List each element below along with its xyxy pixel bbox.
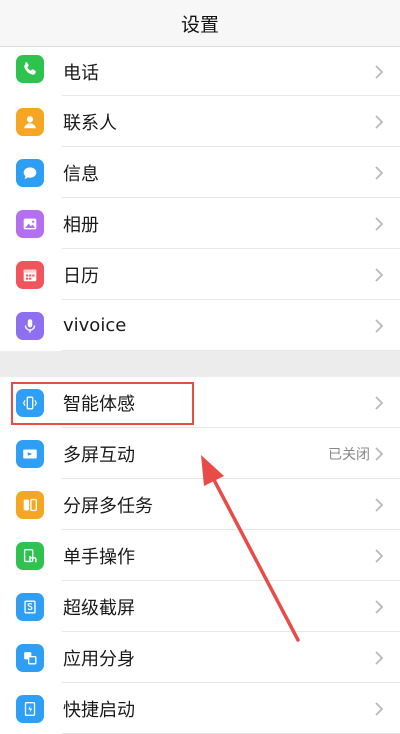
chevron-right-icon [375,701,384,716]
settings-item-label: 信息 [63,163,99,185]
chevron-right-icon [375,64,384,79]
settings-item-label: 日历 [63,265,99,287]
settings-item-contacts[interactable]: 联系人 [0,96,400,147]
calendar-icon [16,260,44,289]
phone-icon [16,55,44,83]
settings-item-label: 应用分身 [63,648,135,670]
album-icon [16,209,44,238]
app-clone-icon [16,643,44,672]
settings-item-label: vivoice [63,315,127,336]
settings-item-album[interactable]: 相册 [0,198,400,249]
settings-item-label: 多屏互动 [63,444,135,466]
settings-item-label: 电话 [63,62,99,84]
status-text: 已关闭 [328,446,370,463]
chevron-right-icon [375,216,384,231]
settings-item-quick-launch[interactable]: 快捷启动 [0,683,400,734]
settings-group-apps: 电话 联系人 信息 相册 日历 vivoice [0,47,400,351]
chevron-right-icon [375,318,384,333]
settings-item-label: 快捷启动 [63,699,135,721]
chevron-right-icon [375,446,384,461]
chevron-right-icon [375,267,384,282]
header-bar: 设置 [0,0,400,47]
settings-item-label: 分屏多任务 [63,495,153,517]
chevron-right-icon [375,165,384,180]
settings-item-super-screenshot[interactable]: 超级截屏 [0,581,400,632]
settings-item-messages[interactable]: 信息 [0,147,400,198]
settings-item-multiscreen[interactable]: 多屏互动 已关闭 [0,428,400,479]
chevron-right-icon [375,650,384,665]
quick-launch-icon [16,694,44,723]
chevron-right-icon [375,114,384,129]
settings-item-split-screen[interactable]: 分屏多任务 [0,479,400,530]
settings-item-label: 联系人 [63,112,117,134]
one-hand-icon [16,541,44,570]
settings-item-one-hand[interactable]: 单手操作 [0,530,400,581]
settings-item-motion-sense[interactable]: 智能体感 [0,377,400,428]
page-title: 设置 [180,13,219,36]
chevron-right-icon [375,599,384,614]
split-screen-icon [16,490,44,519]
settings-item-calendar[interactable]: 日历 [0,249,400,300]
microphone-icon [16,311,44,340]
contacts-icon [16,107,44,136]
settings-item-label: 单手操作 [63,546,135,568]
message-icon [16,158,44,187]
settings-item-label: 智能体感 [63,393,135,415]
section-divider [0,351,400,377]
motion-sense-icon [16,388,44,417]
settings-item-label: 相册 [63,214,99,236]
settings-item-vivoice[interactable]: vivoice [0,300,400,351]
settings-item-app-clone[interactable]: 应用分身 [0,632,400,683]
settings-item-label: 超级截屏 [63,597,135,619]
settings-group-features: 智能体感 多屏互动 已关闭 分屏多任务 单手操作 超级截屏 应用分身 快捷启动 [0,377,400,734]
multiscreen-icon [16,439,44,468]
chevron-right-icon [375,395,384,410]
screenshot-icon [16,592,44,621]
chevron-right-icon [375,548,384,563]
chevron-right-icon [375,497,384,512]
settings-item-phone[interactable]: 电话 [0,47,400,96]
